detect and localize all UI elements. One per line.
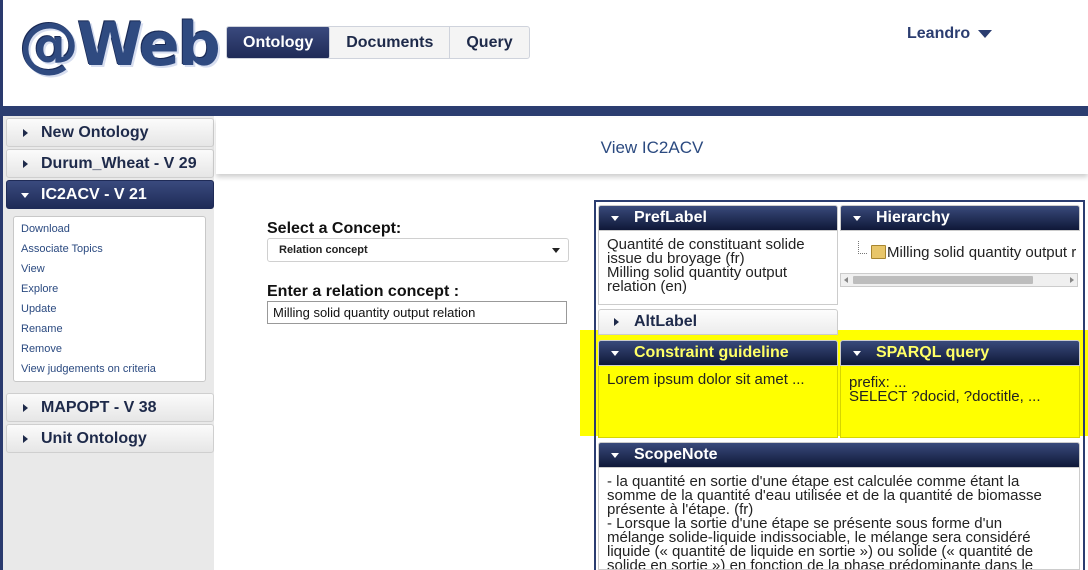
scroll-right-icon[interactable] xyxy=(1070,277,1074,283)
chevron-down-icon xyxy=(611,351,619,356)
scopenote-header[interactable]: ScopeNote xyxy=(598,442,1080,468)
constraint-text: Lorem ipsum dolor sit amet ... xyxy=(607,371,805,388)
constraint-header[interactable]: Constraint guideline xyxy=(598,340,838,366)
chevron-down-icon xyxy=(611,216,619,221)
sparql-header[interactable]: SPARQL query xyxy=(840,340,1080,366)
relation-concept-label: Enter a relation concept : xyxy=(267,283,460,300)
header-divider xyxy=(0,106,1088,116)
sidebar-item-label: New Ontology xyxy=(41,124,149,141)
chevron-down-icon xyxy=(21,193,29,198)
scroll-left-icon[interactable] xyxy=(844,277,848,283)
relation-concept-input[interactable]: Milling solid quantity output relation xyxy=(267,301,567,324)
rename-link[interactable]: Rename xyxy=(14,321,205,341)
concept-select-value: Relation concept xyxy=(279,244,368,256)
sidebar-item-label: IC2ACV - V 21 xyxy=(41,186,147,203)
hierarchy-title: Hierarchy xyxy=(876,209,950,226)
preflabel-header[interactable]: PrefLabel xyxy=(598,205,838,231)
chevron-down-icon xyxy=(853,351,861,356)
preflabel-body: Quantité de constituant solide issue du … xyxy=(598,231,838,305)
page-title: View IC2ACV xyxy=(216,118,1088,174)
user-name: Leandro xyxy=(907,25,971,42)
scopenote-title: ScopeNote xyxy=(634,446,718,463)
app-root: @Web Ontology Documents Query Leandro Ne… xyxy=(0,0,1088,570)
sidebar: New Ontology Durum_Wheat - V 29 IC2ACV -… xyxy=(0,116,214,570)
hierarchy-scrollbar[interactable] xyxy=(840,273,1078,287)
chevron-right-icon xyxy=(614,318,619,326)
chevron-down-icon xyxy=(552,248,560,253)
sidebar-item-durum-wheat[interactable]: Durum_Wheat - V 29 xyxy=(6,149,214,178)
select-concept-label: Select a Concept: xyxy=(267,220,402,237)
associate-topics-link[interactable]: Associate Topics xyxy=(14,241,205,261)
user-menu[interactable]: Leandro xyxy=(907,25,993,43)
sidebar-item-ic2acv[interactable]: IC2ACV - V 21 xyxy=(6,180,214,209)
chevron-down-icon xyxy=(853,216,861,221)
tree-connector xyxy=(858,241,867,254)
download-link[interactable]: Download xyxy=(14,221,205,241)
sidebar-item-unit-ontology[interactable]: Unit Ontology xyxy=(6,424,214,453)
view-judgements-link[interactable]: View judgements on criteria xyxy=(14,361,205,381)
chevron-down-icon xyxy=(611,453,619,458)
folder-icon xyxy=(871,245,886,259)
sidebar-item-label: Durum_Wheat - V 29 xyxy=(41,155,197,172)
explore-link[interactable]: Explore xyxy=(14,281,205,301)
sidebar-item-label: MAPOPT - V 38 xyxy=(41,399,157,416)
constraint-body: Lorem ipsum dolor sit amet ... xyxy=(598,366,838,438)
altlabel-title: AltLabel xyxy=(634,313,698,330)
sidebar-item-new-ontology[interactable]: New Ontology xyxy=(6,118,214,147)
sparql-line: SELECT ?docid, ?doctitle, ... xyxy=(849,388,1041,405)
scopenote-line: solide en sortie ») en fonction de la ph… xyxy=(607,557,1034,570)
logo: @Web xyxy=(19,10,221,80)
header: @Web Ontology Documents Query Leandro xyxy=(0,0,1088,106)
concept-select[interactable]: Relation concept xyxy=(267,238,569,262)
constraint-title: Constraint guideline xyxy=(634,344,789,361)
chevron-right-icon xyxy=(23,160,28,168)
hierarchy-header[interactable]: Hierarchy xyxy=(840,205,1080,231)
sidebar-item-label: Unit Ontology xyxy=(41,430,147,447)
chevron-right-icon xyxy=(23,435,28,443)
tab-ontology[interactable]: Ontology xyxy=(227,27,331,58)
sparql-body: prefix: ... SELECT ?docid, ?doctitle, ..… xyxy=(840,366,1080,438)
chevron-down-icon xyxy=(978,29,993,38)
scrollbar-thumb[interactable] xyxy=(853,276,1033,284)
scopenote-body: - la quantité en sortie d'une étape est … xyxy=(598,468,1080,570)
top-nav: Ontology Documents Query xyxy=(226,26,530,59)
view-link[interactable]: View xyxy=(14,261,205,281)
tab-documents[interactable]: Documents xyxy=(330,27,451,58)
remove-link[interactable]: Remove xyxy=(14,341,205,361)
altlabel-header[interactable]: AltLabel xyxy=(598,309,838,335)
chevron-right-icon xyxy=(23,404,28,412)
ic2acv-submenu: Download Associate Topics View Explore U… xyxy=(13,216,206,382)
update-link[interactable]: Update xyxy=(14,301,205,321)
sparql-title: SPARQL query xyxy=(876,344,990,361)
sidebar-item-mapopt[interactable]: MAPOPT - V 38 xyxy=(6,393,214,422)
hierarchy-node[interactable]: Milling solid quantity output r xyxy=(887,244,1082,261)
preflabel-line: relation (en) xyxy=(607,278,688,295)
chevron-right-icon xyxy=(23,129,28,137)
preflabel-title: PrefLabel xyxy=(634,209,707,226)
tab-query[interactable]: Query xyxy=(450,27,528,58)
